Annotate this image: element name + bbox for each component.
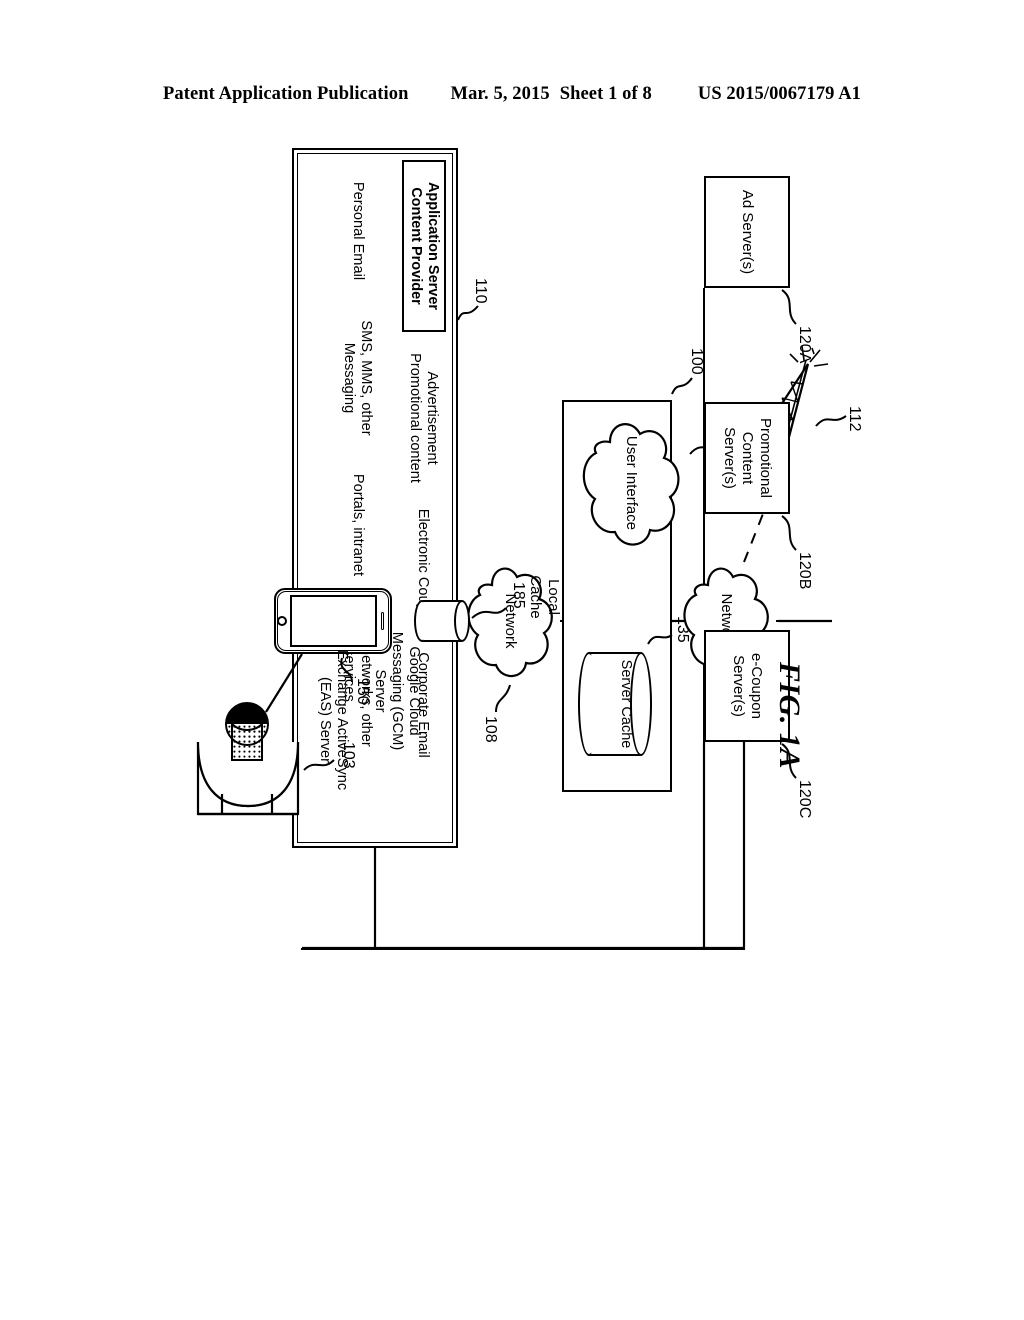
- ref-150: 150: [354, 678, 371, 705]
- promotional-content-server-label: Promotional Content Server(s): [721, 417, 774, 499]
- server-cache-label: Server Cache: [618, 659, 634, 749]
- ref-112: 112: [846, 406, 863, 432]
- bus-trunk: [301, 948, 745, 950]
- ref-110: 110: [472, 278, 489, 304]
- figure-caption: FIG. 1A: [773, 662, 806, 769]
- local-cache-label: Local Cache: [527, 575, 562, 619]
- app-server-title-line1: Application Server: [424, 181, 441, 311]
- app-server-item-advertisement: Advertisement Promotional content: [407, 353, 440, 483]
- user-interface-cloud: User Interface: [572, 408, 690, 558]
- ref-120B: 120B: [796, 552, 813, 590]
- line-bus-to-appserver: [374, 948, 376, 950]
- user-person-icon: [190, 690, 306, 820]
- ad-server-label: Ad Server(s): [739, 189, 756, 275]
- app-server-item-gcm: Google Cloud Messaging (GCM) Server: [372, 631, 422, 751]
- promotional-content-server-box[interactable]: Promotional Content Server(s): [704, 402, 790, 514]
- app-server-title: Application Server Content Provider: [402, 160, 446, 332]
- document-number: US 2015/0067179 A1: [697, 84, 862, 104]
- app-server-item-sms: SMS, MMS, other Messaging: [341, 320, 374, 436]
- publication-date: Mar. 5, 2015: [450, 84, 550, 104]
- ref-120A: 120A: [796, 326, 813, 364]
- ref-185: 185: [510, 582, 527, 609]
- phone-home-button[interactable]: [277, 616, 287, 626]
- page-header: Patent Application Publication Mar. 5, 2…: [0, 84, 1024, 105]
- app-server-item-eas: Exchange ActiveSync (EAS) Server: [317, 649, 350, 791]
- ecoupon-server-label: e-Coupon Server(s): [730, 653, 765, 719]
- app-server-title-line2: Content Provider: [408, 187, 424, 305]
- ref-108: 108: [482, 716, 499, 743]
- publication-title: Patent Application Publication: [162, 84, 409, 104]
- app-server-item-portals: Portals, intranet: [350, 473, 366, 577]
- server-cache-cylinder: Server Cache: [578, 652, 652, 756]
- line-appserver-to-bus: [374, 848, 376, 948]
- user-interface-label: User Interface: [572, 408, 690, 558]
- local-cache-cylinder: [414, 600, 470, 642]
- app-server-item-personal-email: Personal Email: [350, 181, 366, 281]
- user-interface-label-text: User Interface: [622, 435, 640, 531]
- line-network106-to-phone: [776, 620, 832, 622]
- ref-120C: 120C: [796, 780, 813, 819]
- sheet-number: Sheet 1 of 8: [559, 84, 652, 104]
- ref-100: 100: [688, 348, 705, 375]
- ad-server-box[interactable]: Ad Server(s): [704, 176, 790, 288]
